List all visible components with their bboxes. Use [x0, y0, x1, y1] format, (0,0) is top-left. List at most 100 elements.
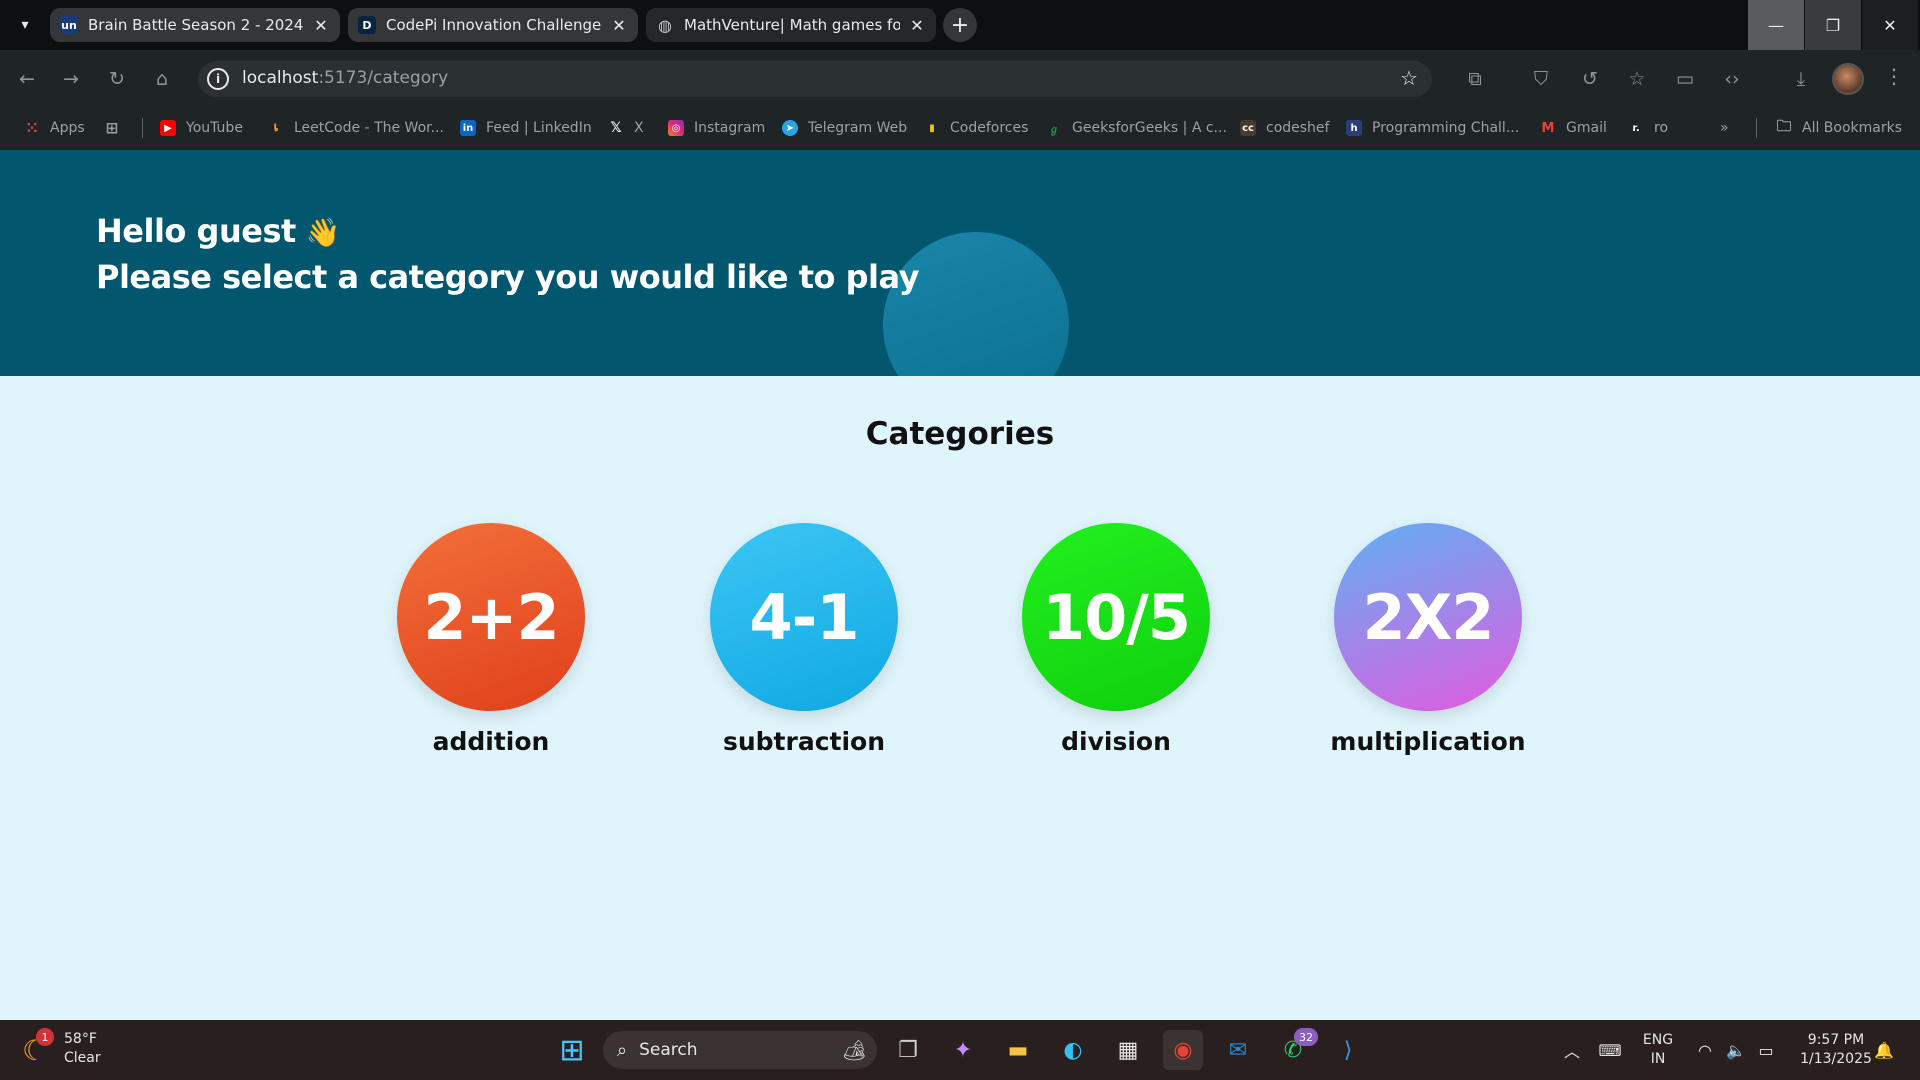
bookmark-linkedin[interactable]: in Feed | LinkedIn	[460, 117, 592, 139]
category-ball[interactable]: 10/5	[1022, 523, 1210, 711]
tab-close-icon[interactable]: ✕	[312, 16, 330, 35]
copilot-icon[interactable]: ✦	[943, 1030, 983, 1070]
tab-mathventure[interactable]: ◍ MathVenture| Math games for ✕	[646, 8, 936, 42]
all-bookmarks[interactable]: 🗀 All Bookmarks	[1776, 117, 1902, 139]
bookmark-codechef[interactable]: cc codeshef	[1240, 117, 1329, 139]
tab-brain-battle[interactable]: un Brain Battle Season 2 - 2024 | 1 ✕	[50, 8, 340, 42]
edge-icon[interactable]: ◐	[1053, 1030, 1093, 1070]
tab-title: Brain Battle Season 2 - 2024 | 1	[88, 16, 304, 34]
language-indicator[interactable]: ENG IN	[1640, 1031, 1676, 1069]
bookmark-instagram[interactable]: ◎ Instagram	[668, 117, 765, 139]
folder-icon: 🗀	[1776, 116, 1792, 135]
category-multiplication[interactable]: 2X2 multiplication	[1318, 523, 1538, 756]
bookmark-apps[interactable]: ⁙ Apps	[24, 117, 85, 139]
bookmark-programming-challenges[interactable]: h Programming Chall...	[1346, 117, 1519, 139]
tab-close-icon[interactable]: ✕	[908, 16, 926, 35]
category-division[interactable]: 10/5 division	[1006, 523, 1226, 756]
category-addition[interactable]: 2+2 addition	[381, 523, 601, 756]
leetcode-icon: ȴ	[273, 122, 279, 134]
close-window-button[interactable]: ✕	[1862, 0, 1918, 50]
minimize-button[interactable]: —	[1748, 0, 1804, 50]
menu-icon[interactable]: ⋮	[1884, 64, 1904, 88]
gmail-icon: M	[1541, 120, 1555, 136]
bookmark-telegram[interactable]: ➤ Telegram Web	[782, 117, 907, 139]
category-label: division	[1061, 727, 1171, 756]
clock-time: 9:57 PM	[1807, 1032, 1865, 1048]
outlook-icon[interactable]: ✉	[1218, 1030, 1258, 1070]
address-url[interactable]: localhost:5173/category	[242, 68, 448, 88]
bookmark-label: X	[634, 120, 644, 136]
bookmark-gmail[interactable]: M Gmail	[1540, 117, 1607, 139]
hero-banner: Hello guest 👋 Please select a category yo…	[0, 150, 1920, 376]
new-tab-button[interactable]: +	[943, 8, 977, 42]
restore-button[interactable]: ❐	[1805, 0, 1861, 50]
bookmark-codeforces[interactable]: ▮ Codeforces	[924, 117, 1028, 139]
microsoft-store-icon[interactable]: ▦	[1108, 1030, 1148, 1070]
instagram-icon: ◎	[668, 120, 684, 136]
bookmark-star-icon[interactable]: ☆	[1400, 66, 1418, 90]
region-code: IN	[1650, 1051, 1666, 1067]
keyboard-icon[interactable]: ⌨	[1590, 1030, 1630, 1070]
history-icon[interactable]: ↺	[1577, 66, 1603, 92]
bookmark-label: ro	[1654, 120, 1669, 136]
bookmark-label: Feed | LinkedIn	[486, 120, 592, 136]
weather-condition: Clear	[64, 1050, 101, 1066]
tab-groups-icon: ⊞	[105, 119, 119, 137]
back-icon[interactable]: ←	[14, 66, 40, 92]
category-ball[interactable]: 4-1	[710, 523, 898, 711]
battery-icon[interactable]: ▭	[1746, 1030, 1786, 1070]
telegram-icon: ➤	[782, 120, 798, 136]
bookmark-label: Gmail	[1566, 120, 1607, 136]
url-host: localhost	[242, 68, 319, 88]
incognito-icon[interactable]: ⛉	[1528, 66, 1554, 92]
tab-close-icon[interactable]: ✕	[610, 16, 628, 35]
search-icon: ⌕	[617, 1039, 628, 1061]
url-path: :5173/category	[318, 68, 449, 88]
reload-icon[interactable]: ↻	[104, 66, 130, 92]
tab-title: MathVenture| Math games for	[684, 16, 900, 34]
overflow-glyph: »	[1720, 120, 1729, 136]
bookmark-x[interactable]: 𝕏X	[608, 117, 644, 139]
weather-badge: 1	[36, 1028, 54, 1046]
bookmarks-overflow-icon[interactable]: »	[1720, 117, 1729, 139]
category-label: multiplication	[1330, 727, 1526, 756]
bookmark-label: YouTube	[186, 120, 243, 136]
favorites-icon[interactable]: ☆	[1624, 66, 1650, 92]
category-ball[interactable]: 2+2	[397, 523, 585, 711]
taskbar-search[interactable]: ⌕ Search 🏕	[603, 1031, 877, 1069]
file-explorer-icon[interactable]: ▬	[998, 1030, 1038, 1070]
bookmark-leetcode[interactable]: ȴ LeetCode - The Wor...	[268, 117, 444, 139]
split-view-icon[interactable]: ▭	[1672, 66, 1698, 92]
extensions-icon[interactable]: ⧉	[1462, 66, 1488, 92]
greeting-heading: Hello guest 👋	[96, 212, 341, 250]
r-icon: r.	[1632, 122, 1640, 134]
tab-search-chevron-icon[interactable]: ▾	[12, 12, 38, 38]
search-highlight-icon: 🏕	[841, 1038, 867, 1062]
notification-bell-icon[interactable]: 🔔	[1864, 1030, 1904, 1070]
task-view-icon[interactable]: ❐	[888, 1030, 928, 1070]
tab-codepi[interactable]: D CodePi Innovation Challenge: C ✕	[348, 8, 638, 42]
site-info-icon[interactable]: i	[207, 68, 229, 90]
windows-start-icon[interactable]: ⊞	[552, 1030, 592, 1070]
bookmark-geeksforgeeks[interactable]: ℊ GeeksforGeeks | A c...	[1046, 117, 1227, 139]
category-ball[interactable]: 2X2	[1334, 523, 1522, 711]
all-bookmarks-label: All Bookmarks	[1802, 120, 1903, 136]
category-subtraction[interactable]: 4-1 subtraction	[694, 523, 914, 756]
codeforces-icon: ▮	[929, 122, 935, 134]
chrome-icon[interactable]: ◉	[1163, 1030, 1203, 1070]
weather-temp: 58°F	[64, 1031, 97, 1047]
codechef-icon: cc	[1240, 120, 1256, 136]
home-icon[interactable]: ⌂	[149, 66, 175, 92]
chevron-up-icon[interactable]: ︿	[1552, 1030, 1592, 1070]
vscode-icon[interactable]: ⟩	[1328, 1030, 1368, 1070]
forward-icon[interactable]: →	[58, 66, 84, 92]
bookmark-ro[interactable]: r. ro	[1628, 117, 1668, 139]
waving-hand-icon: 👋	[305, 216, 341, 249]
apps-grid-icon: ⁙	[25, 119, 39, 137]
decorative-circle	[883, 232, 1069, 376]
bookmark-youtube[interactable]: ▶ YouTube	[160, 117, 243, 139]
download-icon[interactable]: ⤓	[1788, 66, 1814, 92]
bookmark-tab-groups[interactable]: ⊞	[104, 117, 130, 139]
devtools-icon[interactable]: ‹›	[1719, 66, 1745, 92]
profile-avatar[interactable]	[1832, 63, 1864, 95]
